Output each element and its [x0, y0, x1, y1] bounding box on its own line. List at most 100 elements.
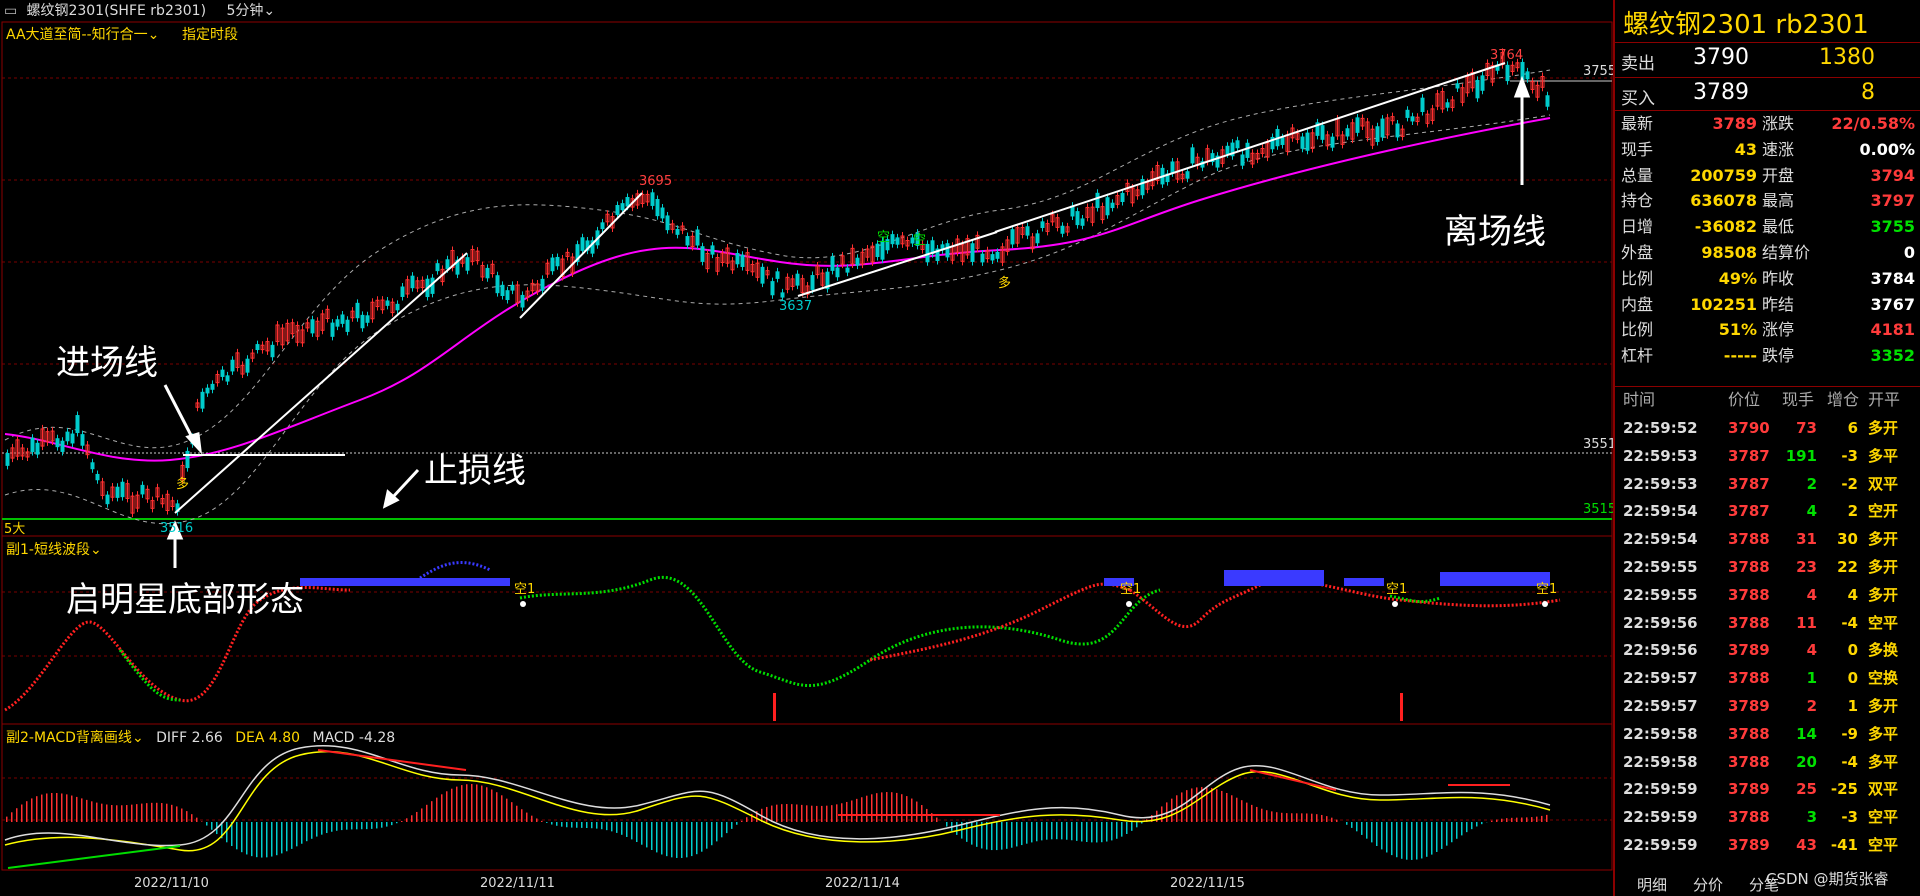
macd-bar — [521, 809, 523, 822]
macd-bar — [1036, 822, 1038, 842]
macd-bar — [146, 803, 148, 822]
macd-bar — [906, 796, 908, 822]
macd-bar — [421, 808, 423, 822]
tick-row[interactable]: 22:59:56 3788 11 -4 空平 — [1615, 609, 1920, 637]
macd-bar — [196, 817, 198, 822]
sub1-indicator-selector[interactable]: 副1-短线波段⌄ — [6, 539, 102, 559]
macd-bar — [1386, 822, 1388, 853]
candle — [1105, 197, 1110, 216]
ask-row: 卖出 3790 1380 — [1615, 42, 1920, 76]
macd-bar — [511, 802, 513, 822]
tick-row[interactable]: 22:59:54 3787 4 2 空开 — [1615, 497, 1920, 525]
sub2-indicator-selector[interactable]: 副2-MACD背离画线⌄ — [6, 730, 144, 746]
candle — [330, 322, 335, 337]
macd-bar — [276, 822, 278, 856]
macd-bar — [186, 811, 188, 822]
tab-detail[interactable]: 明细 — [1637, 874, 1667, 895]
candle — [1410, 116, 1415, 122]
macd-bar — [676, 822, 678, 858]
indicator-option[interactable]: 指定时段 — [182, 24, 238, 44]
candle — [1445, 102, 1450, 108]
tick-row[interactable]: 22:59:56 3789 4 0 多换 — [1615, 636, 1920, 664]
trough-label: 3637 — [779, 299, 813, 314]
macd-bar — [641, 822, 643, 845]
candle — [1380, 118, 1385, 138]
bid-price: 3789 — [1693, 80, 1749, 105]
macd-bar — [106, 804, 108, 822]
candle — [1120, 192, 1125, 203]
candle — [1035, 233, 1040, 244]
macd-bar — [301, 822, 303, 844]
macd-bar — [1436, 822, 1438, 852]
candle — [795, 273, 800, 286]
sub1-tag: 空1 — [1386, 582, 1408, 597]
macd-bar — [481, 785, 483, 822]
candle — [540, 278, 545, 291]
candle — [895, 237, 900, 245]
macd-bar — [6, 816, 8, 822]
tick-row[interactable]: 22:59:59 3789 43 -41 空平 — [1615, 831, 1920, 859]
candle — [1235, 140, 1240, 149]
macd-bar — [1006, 822, 1008, 849]
chart-canvas[interactable] — [0, 0, 1613, 896]
macd-bar — [586, 822, 588, 829]
tick-row[interactable]: 22:59:58 3788 14 -9 多平 — [1615, 720, 1920, 748]
window-menu-icon[interactable]: ▭ — [4, 0, 22, 22]
entry-annotation: 进场线 — [56, 343, 158, 383]
candle — [945, 243, 950, 258]
candle — [495, 275, 500, 294]
candle — [1375, 126, 1380, 142]
macd-bar — [1196, 787, 1198, 822]
macd-bar — [31, 798, 33, 822]
tick-row[interactable]: 22:59:55 3788 4 4 多开 — [1615, 581, 1920, 609]
tick-row[interactable]: 22:59:58 3788 20 -4 多平 — [1615, 748, 1920, 776]
tick-row[interactable]: 22:59:57 3788 1 0 空换 — [1615, 664, 1920, 692]
macd-bar — [36, 796, 38, 822]
sub1-tag: 空1 — [1536, 582, 1558, 597]
candle — [310, 319, 315, 334]
macd-bar — [56, 793, 58, 822]
candle — [990, 254, 995, 261]
macd-bar — [581, 822, 583, 828]
macd-bar — [1481, 822, 1483, 825]
candle — [890, 234, 895, 245]
macd-bar — [1326, 816, 1328, 822]
macd-bar — [1526, 817, 1528, 822]
tab-price[interactable]: 分价 — [1693, 874, 1723, 895]
macd-bar — [896, 792, 898, 822]
tick-row[interactable]: 22:59:59 3789 25 -25 双平 — [1615, 775, 1920, 803]
macd-bar — [1411, 822, 1413, 860]
candle — [80, 434, 85, 446]
candle — [520, 294, 525, 308]
tick-row[interactable]: 22:59:55 3788 23 22 多开 — [1615, 553, 1920, 581]
stats-block: 最新 3789 涨跌 22/0.58% 现手 43 速涨 0.00% 总量 200759 开盘 379… — [1615, 110, 1920, 365]
macd-bar — [971, 822, 973, 845]
macd-bar — [1106, 822, 1108, 842]
candle — [270, 344, 275, 358]
panel-symbol: 螺纹钢2301 rb2301 — [1623, 10, 1869, 40]
candle — [1240, 154, 1245, 166]
indicator-selector[interactable]: AA大道至简--知行合一⌄ — [6, 24, 159, 44]
macd-bar — [1101, 822, 1103, 843]
candle — [650, 192, 655, 206]
macd-bar — [621, 822, 623, 835]
tick-row[interactable]: 22:59:53 3787 191 -3 多平 — [1615, 442, 1920, 470]
candle — [625, 197, 630, 207]
candle — [220, 369, 225, 377]
macd-bar — [306, 822, 308, 842]
tick-row[interactable]: 22:59:53 3787 2 -2 双平 — [1615, 470, 1920, 498]
macd-bar — [1321, 814, 1323, 822]
macd-bar — [986, 822, 988, 850]
macd-bar — [1346, 822, 1348, 825]
macd-bar — [566, 822, 568, 828]
macd-bar — [1046, 822, 1048, 840]
period-selector[interactable]: 5分钟⌄ — [227, 3, 276, 19]
tick-row[interactable]: 22:59:54 3788 31 30 多开 — [1615, 525, 1920, 553]
candle — [855, 257, 860, 266]
macd-bar — [281, 822, 283, 854]
tick-row[interactable]: 22:59:52 3790 73 6 多开 — [1615, 414, 1920, 442]
tick-row[interactable]: 22:59:57 3789 2 1 多开 — [1615, 692, 1920, 720]
macd-bar — [1026, 822, 1028, 844]
candle — [1320, 125, 1325, 140]
tick-row[interactable]: 22:59:59 3788 3 -3 空平 — [1615, 803, 1920, 831]
